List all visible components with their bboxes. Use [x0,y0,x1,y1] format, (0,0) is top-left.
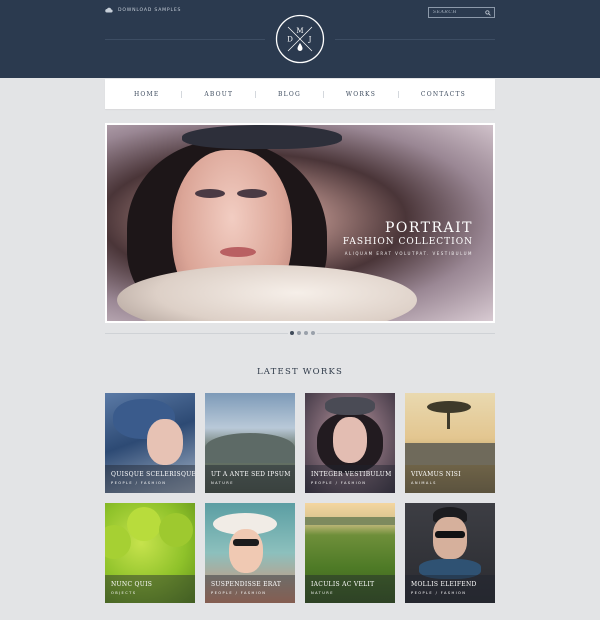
search-icon[interactable] [485,9,491,16]
work-title: SUSPENDISSE ERAT [211,581,282,588]
work-card[interactable]: MOLLIS ELEIFEND PEOPLE / FASHION [405,503,495,603]
work-category: OBJECTS [111,591,137,595]
slider-dot-2[interactable] [297,331,301,335]
work-caption: NUNC QUIS OBJECTS [105,575,195,603]
work-title: IACULIS AC VELIT [311,581,375,588]
work-title: NUNC QUIS [111,581,153,588]
logo-letter-top: M [296,27,303,35]
work-title: UT A ANTE SED IPSUM [211,471,291,478]
work-image-apple [105,525,131,559]
work-caption: QUISQUE SCELERISQUE PEOPLE / FASHION [105,465,195,493]
work-caption: MOLLIS ELEIFEND PEOPLE / FASHION [405,575,495,603]
slider-dot-3[interactable] [304,331,308,335]
work-card[interactable]: SUSPENDISSE ERAT PEOPLE / FASHION [205,503,295,603]
nav-separator [397,90,399,98]
work-card[interactable]: NUNC QUIS OBJECTS [105,503,195,603]
hero-image-hat [182,125,342,149]
work-image-apple [127,507,161,541]
download-samples-link[interactable]: DOWNLOAD SAMPLES [105,7,181,13]
hero-tagline: ALIQUAM ERAT VOLUTPAT. VESTIBULUM [344,251,473,256]
work-category: NATURE [311,591,334,595]
work-image-face [147,419,183,465]
hero-slider[interactable]: PORTRAIT FASHION COLLECTION ALIQUAM ERAT… [105,123,495,323]
work-image-mountains [205,433,295,463]
slider-pagination [288,331,317,335]
logo-letter-left: D [287,36,293,44]
hero-caption: PORTRAIT FASHION COLLECTION ALIQUAM ERAT… [343,220,473,256]
work-image-face [229,529,263,573]
site-header: DOWNLOAD SAMPLES M D J [0,0,600,78]
work-category: PEOPLE / FASHION [111,481,167,485]
nav-separator [255,90,257,98]
nav-item-blog[interactable]: BLOG [278,91,301,98]
work-card[interactable]: VIVAMUS NISI ANIMALS [405,393,495,493]
header-divider-right [335,39,495,40]
work-category: NATURE [211,481,234,485]
work-caption: UT A ANTE SED IPSUM NATURE [205,465,295,493]
work-card[interactable]: IACULIS AC VELIT NATURE [305,503,395,603]
drop-icon [297,43,303,51]
nav-item-about[interactable]: ABOUT [204,91,233,98]
work-category: PEOPLE / FASHION [411,591,467,595]
work-image-face [433,517,467,559]
work-image-animals [405,443,495,465]
header-divider-left [105,39,265,40]
work-image-apple [159,513,193,547]
work-card[interactable]: INTEGER VESTIBULUM PEOPLE / FASHION [305,393,395,493]
work-image-sunglasses [435,531,465,538]
logo-letter-right: J [308,36,312,44]
work-caption: SUSPENDISSE ERAT PEOPLE / FASHION [205,575,295,603]
work-title: QUISQUE SCELERISQUE [111,471,195,478]
work-category: ANIMALS [411,481,437,485]
work-category: PEOPLE / FASHION [311,481,367,485]
work-card[interactable]: UT A ANTE SED IPSUM NATURE [205,393,295,493]
nav-item-contacts[interactable]: CONTACTS [421,91,466,98]
work-image-sunglasses [233,539,259,546]
nav-separator [322,90,324,98]
hero-subtitle: FASHION COLLECTION [342,237,473,247]
hero-image-lips [220,247,256,257]
work-image-tree-trunk [447,411,450,429]
work-card[interactable]: QUISQUE SCELERISQUE PEOPLE / FASHION [105,393,195,493]
work-title: VIVAMUS NISI [411,471,461,478]
hero-title: PORTRAIT [384,220,473,236]
nav-item-works[interactable]: WORKS [346,91,376,98]
main-navigation: HOME ABOUT BLOG WORKS CONTACTS [105,79,495,109]
nav-item-home[interactable]: HOME [134,91,159,98]
work-image-horizon [305,517,395,525]
work-caption: VIVAMUS NISI ANIMALS [405,465,495,493]
work-title: MOLLIS ELEIFEND [411,581,477,588]
work-caption: INTEGER VESTIBULUM PEOPLE / FASHION [305,465,395,493]
cloud-icon [105,7,113,13]
nav-separator [181,90,183,98]
hero-image-eye [195,189,225,198]
slider-dot-1[interactable] [290,331,294,335]
work-category: PEOPLE / FASHION [211,591,267,595]
download-samples-label: DOWNLOAD SAMPLES [118,7,182,13]
search-input[interactable] [429,8,485,17]
work-caption: IACULIS AC VELIT NATURE [305,575,395,603]
slider-dot-4[interactable] [311,331,315,335]
latest-works-heading: LATEST WORKS [256,367,344,377]
hero-image-eye [237,189,267,198]
work-title: INTEGER VESTIBULUM [311,471,392,478]
work-image-face [333,417,367,463]
site-logo[interactable]: M D J [275,14,325,64]
search-box [428,7,495,18]
work-image-goggles [325,397,375,415]
